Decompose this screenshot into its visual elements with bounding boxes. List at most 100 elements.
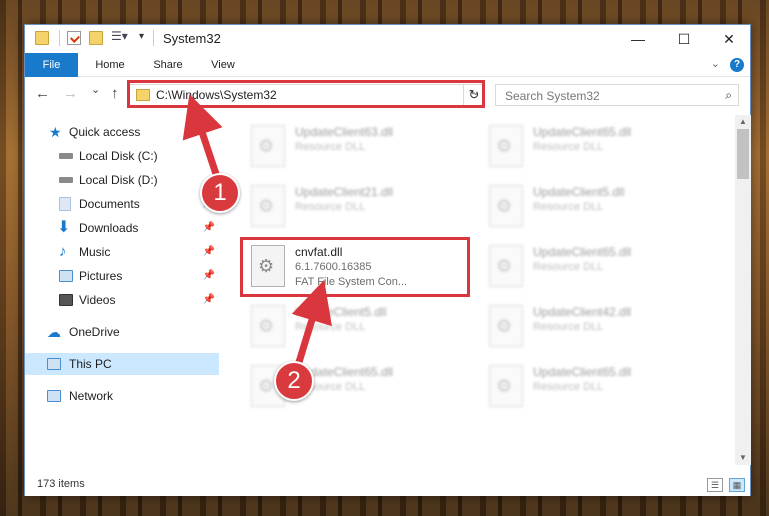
- item-count: 173 items: [37, 478, 85, 490]
- sidebar-item-label: This PC: [69, 357, 112, 371]
- file-description: Resource DLL: [295, 201, 366, 213]
- expand-ribbon-icon[interactable]: ⌄: [711, 57, 720, 70]
- file-description: Resource DLL: [533, 381, 604, 393]
- file-description: Resource DLL: [533, 261, 604, 273]
- dll-file-icon: [489, 185, 523, 227]
- file-name: UpdateClient65.dll: [533, 365, 632, 379]
- file-name: UpdateClient63.dll: [295, 125, 394, 139]
- properties-icon[interactable]: [67, 31, 81, 45]
- file-item[interactable]: UpdateClient65.dll Resource DLL: [483, 121, 709, 173]
- recent-locations-button[interactable]: ⌄: [91, 83, 100, 96]
- sidebar-item-label: Network: [69, 389, 114, 403]
- sidebar-item-label: Quick access: [69, 125, 141, 139]
- search-input[interactable]: Search System32: [505, 89, 600, 103]
- sidebar-item-label: Documents: [79, 197, 140, 211]
- step-one-badge: 1: [200, 173, 240, 213]
- address-bar-highlight: [127, 80, 485, 108]
- navigation-pane: ★ Quick access Local Disk (C:) Local Dis…: [25, 115, 219, 460]
- sidebar-item-network[interactable]: Network: [25, 385, 219, 407]
- file-item[interactable]: UpdateClient5.dll Resource DLL: [483, 181, 709, 233]
- sidebar-item-label: Local Disk (D:): [79, 173, 158, 187]
- videos-icon: [59, 294, 73, 306]
- music-icon: ♪: [59, 243, 67, 260]
- sidebar-item-label: Videos: [79, 293, 116, 307]
- help-icon[interactable]: ?: [730, 58, 744, 72]
- sidebar-item-quick-access[interactable]: ★ Quick access: [25, 121, 219, 143]
- file-item[interactable]: UpdateClient65.dll Resource DLL: [483, 361, 709, 413]
- file-item[interactable]: UpdateClient5.dll Resource DLL: [245, 301, 471, 353]
- status-bar: 173 items ☰ ▦: [25, 474, 750, 496]
- sidebar-item-label: Music: [79, 245, 111, 259]
- file-item[interactable]: UpdateClient65.dll Resource DLL: [483, 241, 709, 293]
- sidebar-item-label: Downloads: [79, 221, 139, 235]
- tab-share[interactable]: Share: [143, 53, 193, 77]
- file-name: UpdateClient42.dll: [533, 305, 632, 319]
- scrollbar-thumb[interactable]: [737, 129, 749, 179]
- file-item[interactable]: UpdateClient42.dll Resource DLL: [483, 301, 709, 353]
- sidebar-item-pictures[interactable]: Pictures 📌: [25, 265, 219, 287]
- title-separator: [59, 30, 60, 46]
- sidebar-item-videos[interactable]: Videos 📌: [25, 289, 219, 311]
- sidebar-item-onedrive[interactable]: ☁ OneDrive: [25, 321, 219, 343]
- pin-icon[interactable]: 📌: [203, 289, 215, 311]
- maximize-button[interactable]: ☐: [661, 25, 707, 53]
- pictures-icon: [59, 270, 73, 282]
- tab-home[interactable]: Home: [85, 53, 135, 77]
- tab-file[interactable]: File: [25, 53, 78, 77]
- star-icon: ★: [49, 124, 62, 140]
- dll-file-icon: [251, 185, 285, 227]
- file-description: Resource DLL: [533, 321, 604, 333]
- sidebar-item-music[interactable]: ♪ Music 📌: [25, 241, 219, 263]
- ribbon: File Home Share View ⌄ ?: [25, 53, 750, 77]
- search-box[interactable]: Search System32 ⌕: [495, 84, 739, 106]
- details-view-icon[interactable]: ☰: [707, 478, 723, 492]
- back-button[interactable]: ←: [35, 85, 50, 102]
- file-item[interactable]: UpdateClient63.dll Resource DLL: [245, 121, 471, 173]
- dll-file-icon: [489, 365, 523, 407]
- file-description: Resource DLL: [295, 141, 366, 153]
- network-icon: [47, 390, 61, 402]
- computer-icon: [47, 358, 61, 370]
- dll-file-icon: [489, 125, 523, 167]
- title-bar: ☰▾ ▾ System32 — ☐ ✕: [25, 25, 750, 53]
- pin-icon[interactable]: 📌: [203, 241, 215, 263]
- file-description: Resource DLL: [533, 201, 604, 213]
- folder-icon: [35, 31, 49, 45]
- sidebar-item-label: OneDrive: [69, 325, 120, 339]
- sidebar-item-this-pc[interactable]: This PC: [25, 353, 219, 375]
- download-icon: ⬇: [57, 219, 71, 236]
- step-two-badge: 2: [274, 361, 314, 401]
- pin-icon[interactable]: 📌: [203, 265, 215, 287]
- search-icon[interactable]: ⌕: [725, 88, 732, 103]
- sidebar-item-local-disk-d[interactable]: Local Disk (D:): [25, 169, 219, 191]
- window-title: System32: [163, 31, 221, 46]
- drive-icon: [59, 153, 73, 159]
- tab-view[interactable]: View: [199, 53, 247, 77]
- pin-icon[interactable]: 📌: [203, 217, 215, 239]
- drive-icon: [59, 177, 73, 183]
- minimize-button[interactable]: —: [615, 25, 661, 53]
- file-name: UpdateClient65.dll: [533, 245, 632, 259]
- customize-view-icon[interactable]: ☰▾: [111, 29, 135, 43]
- quick-access-toolbar-dropdown-icon[interactable]: ▾: [139, 31, 144, 42]
- dll-file-icon: [489, 245, 523, 287]
- file-description: Resource DLL: [533, 141, 604, 153]
- vertical-scrollbar[interactable]: ▲ ▼: [735, 115, 751, 465]
- file-name: UpdateClient21.dll: [295, 185, 394, 199]
- title-separator: [153, 30, 154, 46]
- file-highlight: [240, 237, 470, 297]
- up-button[interactable]: ↑: [111, 85, 119, 102]
- new-folder-icon[interactable]: [89, 31, 103, 45]
- close-button[interactable]: ✕: [706, 25, 752, 53]
- dll-file-icon: [251, 305, 285, 347]
- dll-file-icon: [251, 125, 285, 167]
- sidebar-item-local-disk-c[interactable]: Local Disk (C:): [25, 145, 219, 167]
- scroll-up-icon[interactable]: ▲: [735, 115, 751, 129]
- sidebar-item-downloads[interactable]: ⬇ Downloads 📌: [25, 217, 219, 239]
- large-icons-view-icon[interactable]: ▦: [729, 478, 745, 492]
- scroll-down-icon[interactable]: ▼: [735, 451, 751, 465]
- forward-button[interactable]: →: [63, 85, 78, 102]
- sidebar-item-documents[interactable]: Documents 📌: [25, 193, 219, 215]
- file-item[interactable]: UpdateClient21.dll Resource DLL: [245, 181, 471, 233]
- sidebar-item-label: Pictures: [79, 269, 123, 283]
